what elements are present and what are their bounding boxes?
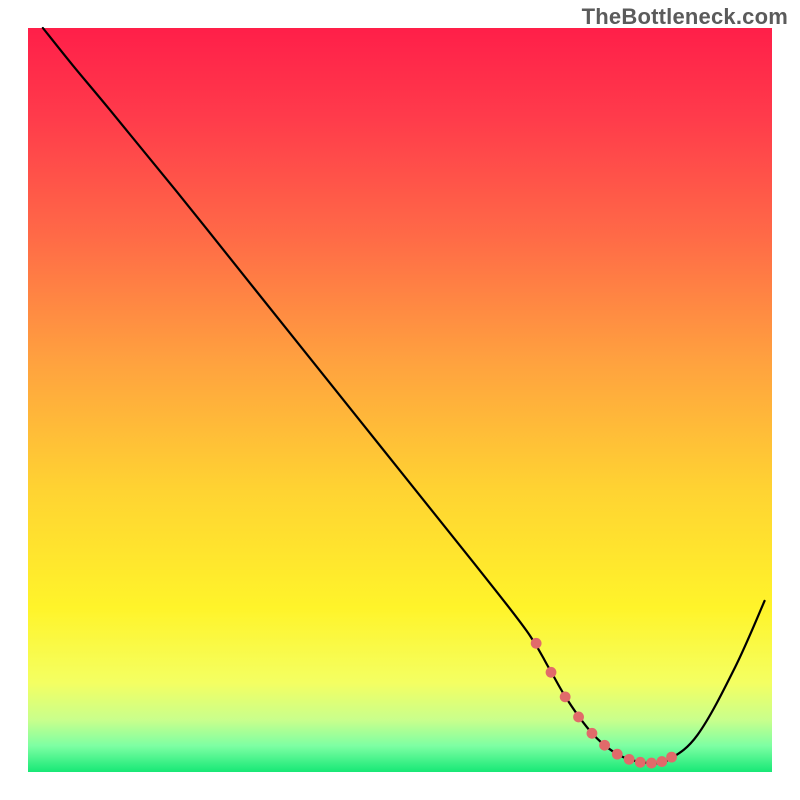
optimal-marker bbox=[587, 728, 598, 739]
chart-svg bbox=[0, 0, 800, 800]
chart-frame: TheBottleneck.com bbox=[0, 0, 800, 800]
watermark-text: TheBottleneck.com bbox=[582, 4, 788, 30]
optimal-marker bbox=[599, 740, 610, 751]
optimal-marker bbox=[612, 749, 623, 760]
optimal-marker bbox=[656, 756, 667, 767]
optimal-marker bbox=[666, 752, 677, 763]
optimal-marker bbox=[646, 758, 657, 769]
optimal-marker bbox=[624, 754, 635, 765]
optimal-marker bbox=[546, 667, 557, 678]
optimal-marker bbox=[573, 712, 584, 723]
optimal-marker bbox=[560, 691, 571, 702]
optimal-marker bbox=[635, 757, 646, 768]
chart-background bbox=[28, 28, 772, 772]
optimal-marker bbox=[531, 638, 542, 649]
